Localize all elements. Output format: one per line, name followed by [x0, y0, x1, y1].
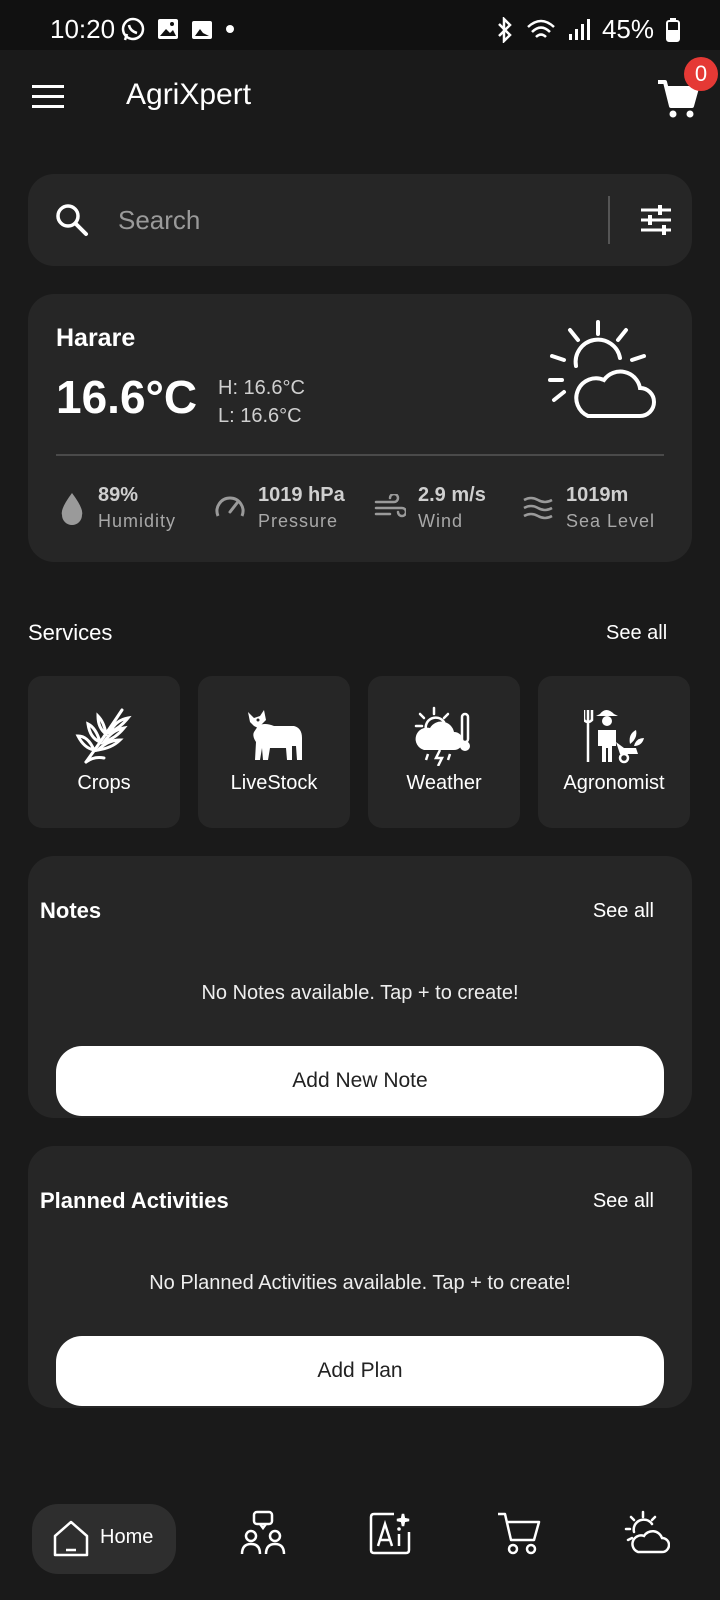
whatsapp-icon	[121, 17, 145, 41]
activities-empty-message: No Planned Activities available. Tap + t…	[149, 1272, 571, 1294]
service-agronomist[interactable]: Agronomist	[538, 676, 690, 828]
weather-stat-pressure: 1019 hPa Pressure	[214, 484, 345, 532]
weather-city: Harare	[56, 324, 136, 352]
notes-panel: Notes See all No Notes available. Tap + …	[28, 856, 692, 1118]
status-indicators: 45%	[496, 14, 680, 45]
services-see-all-link[interactable]: See all	[606, 622, 667, 645]
menu-icon[interactable]	[32, 84, 64, 110]
waves-icon	[523, 496, 553, 520]
humidity-label: Humidity	[98, 511, 177, 531]
filter-icon[interactable]	[638, 202, 674, 238]
weather-card[interactable]: Harare 16.6°C H: 16.6°C L: 16.6°C 89% Hum…	[28, 294, 692, 562]
battery-icon	[666, 17, 680, 42]
service-agronomist-label: Agronomist	[563, 772, 665, 794]
weather-nav-icon[interactable]	[624, 1510, 670, 1556]
battery-percent: 45%	[601, 14, 654, 44]
sea-level-label: Sea Level	[566, 511, 656, 531]
weather-divider	[56, 454, 664, 456]
service-livestock[interactable]: LiveStock	[198, 676, 350, 828]
weather-stat-humidity: 89% Humidity	[58, 484, 176, 532]
weather-low: L: 16.6°C	[218, 405, 302, 427]
weather-high: H: 16.6°C	[218, 377, 305, 399]
notes-title: Notes	[40, 898, 102, 923]
app-title: AgriXpert	[126, 78, 252, 111]
activities-panel: Planned Activities See all No Planned Ac…	[28, 1146, 692, 1408]
service-weather[interactable]: Weather	[368, 676, 520, 828]
weather-stat-sea-level: 1019m Sea Level	[522, 484, 655, 532]
wind-icon	[374, 494, 406, 518]
service-livestock-label: LiveStock	[230, 772, 318, 794]
status-bar: 10:20 45%	[0, 0, 720, 50]
activities-title: Planned Activities	[40, 1188, 229, 1213]
notification-icons	[120, 16, 236, 42]
status-time: 10:20	[50, 14, 116, 44]
notes-empty-message: No Notes available. Tap + to create!	[201, 982, 519, 1004]
cow-icon	[248, 710, 302, 760]
search-bar	[28, 174, 692, 266]
community-icon[interactable]	[240, 1510, 286, 1556]
pressure-value: 1019 hPa	[258, 484, 345, 506]
farmer-icon	[584, 710, 644, 764]
partly-cloudy-icon	[548, 320, 656, 418]
humidity-value: 89%	[98, 484, 139, 506]
add-new-note-button[interactable]: Add New Note	[56, 1046, 664, 1116]
activities-see-all-link[interactable]: See all	[593, 1190, 654, 1213]
add-plan-button[interactable]: Add Plan	[56, 1336, 664, 1406]
services-title: Services	[28, 620, 113, 645]
cart-badge: 0	[684, 57, 718, 91]
weather-temperature: 16.6°C	[56, 371, 198, 423]
signal-icon	[568, 18, 590, 40]
home-icon	[53, 1520, 89, 1557]
wheat-icon	[75, 708, 132, 764]
wind-label: Wind	[418, 511, 464, 531]
dot-icon	[226, 25, 234, 33]
weather-stat-wind: 2.9 m/s Wind	[374, 484, 486, 532]
app-bar: AgriXpert	[0, 50, 720, 146]
photo-clip-icon	[192, 21, 212, 39]
service-crops-label: Crops	[77, 772, 131, 794]
wind-value: 2.9 m/s	[418, 484, 486, 506]
gallery-icon	[158, 19, 178, 39]
nav-home[interactable]: Home	[32, 1504, 176, 1574]
search-input[interactable]	[118, 192, 518, 248]
shop-cart-icon[interactable]	[496, 1510, 542, 1556]
ai-icon[interactable]	[368, 1510, 414, 1556]
notes-see-all-link[interactable]: See all	[593, 900, 654, 923]
storm-icon	[414, 706, 470, 766]
search-divider	[608, 196, 610, 244]
nav-home-label: Home	[100, 1526, 154, 1548]
pressure-label: Pressure	[258, 511, 339, 531]
service-weather-label: Weather	[406, 772, 482, 794]
bottom-navigation: Home	[0, 1486, 720, 1600]
weather-high-low: H: 16.6°C L: 16.6°C	[218, 374, 305, 430]
service-crops[interactable]: Crops	[28, 676, 180, 828]
bluetooth-icon	[498, 16, 512, 43]
search-icon	[56, 204, 88, 236]
drop-icon	[61, 493, 83, 525]
wifi-icon	[527, 19, 555, 38]
gauge-icon	[215, 496, 245, 517]
sea-level-value: 1019m	[566, 484, 629, 506]
